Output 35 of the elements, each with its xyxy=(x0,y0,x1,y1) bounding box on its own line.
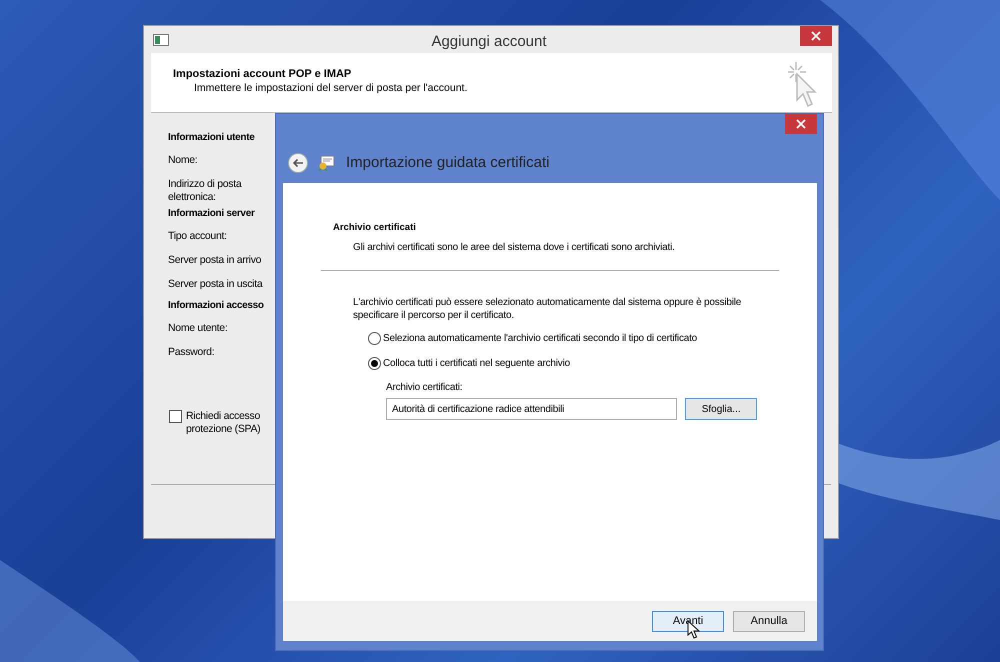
dialog-title: Importazione guidata certificati xyxy=(346,153,550,173)
dialog-button[interactable]: Annulla xyxy=(733,610,805,632)
field-label: Server posta in uscita xyxy=(168,277,264,292)
section-heading: Informazioni server xyxy=(168,207,256,221)
radio-option[interactable]: Seleziona automaticamente l'archivio certificati secondo il tipo di certificato xyxy=(368,331,757,346)
radio-option[interactable]: Colloca tutti i certificati nel seguente archivio xyxy=(368,356,757,372)
field-label: Tipo account: xyxy=(168,229,228,244)
section-heading: Informazioni utente xyxy=(168,131,256,145)
close-button[interactable] xyxy=(800,26,832,46)
field-label: Indirizzo di posta elettronica: xyxy=(168,177,243,205)
field-label: Archivio certificati: xyxy=(386,381,464,396)
window-title: Aggiungi account xyxy=(430,32,548,52)
certificate-icon xyxy=(318,155,336,172)
checkbox-label: Richiedi accesso xyxy=(186,410,260,423)
section-subtitle: Gli archivi certificati sono le aree del sistema dove i certificati sono archiviati. xyxy=(352,241,676,256)
header-subtitle: Immettere le impostazioni del server di posta per l'account. xyxy=(194,81,468,96)
field-label: Nome utente: xyxy=(168,321,228,336)
field-label: Password: xyxy=(168,345,216,360)
section-title: Archivio certificati xyxy=(333,221,417,235)
browse-button[interactable]: Sfoglia... xyxy=(685,398,757,420)
back-button[interactable] xyxy=(288,153,308,174)
field-label: Nome: xyxy=(168,153,198,168)
app-icon xyxy=(153,34,169,46)
header-title: Impostazioni account POP e IMAP xyxy=(173,67,352,82)
store-field[interactable]: Autorità di certificazione radice attendibili xyxy=(386,398,678,420)
dialog-button[interactable]: Avanti xyxy=(652,610,724,632)
checkbox-label: protezione (SPA) xyxy=(186,423,260,436)
intro-text: L'archivio certificati può essere selezionato automaticamente dal sistema oppure è possibile specificare il percorso per il certificato. xyxy=(353,296,742,322)
back-arrow-icon xyxy=(292,158,304,168)
close-icon xyxy=(796,119,806,129)
field-label: Server posta in arrivo xyxy=(168,253,262,268)
checkbox[interactable] xyxy=(169,410,182,423)
close-button[interactable] xyxy=(785,114,817,134)
section-heading: Informazioni accesso xyxy=(168,299,265,313)
close-icon xyxy=(811,31,821,41)
